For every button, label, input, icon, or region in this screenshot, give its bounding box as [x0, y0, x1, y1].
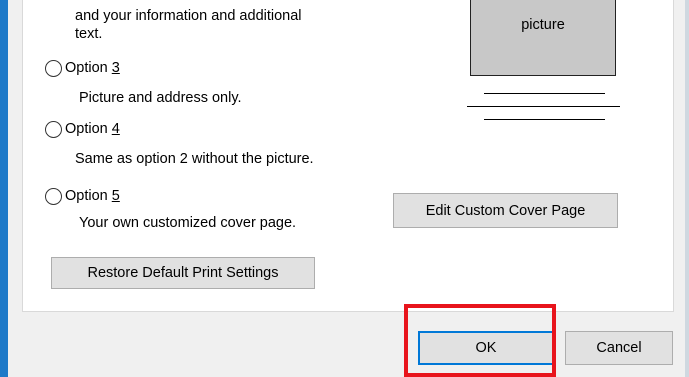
option3-description: Picture and address only.	[79, 90, 242, 106]
ok-button-highlight	[404, 304, 556, 377]
restore-default-print-settings-button[interactable]: Restore Default Print Settings	[51, 257, 315, 289]
option4-number: 4	[111, 121, 120, 137]
option5-description: Your own customized cover page.	[79, 215, 297, 231]
window-border-right	[685, 0, 689, 377]
option2-description-line1: and your information and additional	[75, 8, 302, 24]
option4-description: Same as option 2 without the picture.	[75, 151, 314, 167]
option5-label-text: Option	[65, 188, 112, 204]
cover-page-preview-picture: picture	[470, 0, 616, 76]
option4-label[interactable]: Option 4	[65, 121, 120, 138]
preview-line	[484, 93, 605, 94]
option3-label-text: Option	[65, 60, 112, 76]
cancel-button[interactable]: Cancel	[565, 331, 673, 365]
edit-custom-cover-page-button[interactable]: Edit Custom Cover Page	[393, 193, 618, 228]
window-border	[0, 0, 8, 377]
option4-label-text: Option	[65, 121, 112, 137]
option3-number: 3	[111, 60, 120, 76]
option3-label[interactable]: Option 3	[65, 60, 120, 77]
option2-description-line2: text.	[75, 26, 103, 42]
preview-line	[484, 119, 605, 120]
option5-radio[interactable]	[45, 188, 62, 205]
option3-radio[interactable]	[45, 60, 62, 77]
option5-label[interactable]: Option 5	[65, 188, 120, 205]
option5-number: 5	[111, 188, 120, 204]
cover-page-options-panel: and your information and additional text…	[22, 0, 674, 312]
preview-picture-label: picture	[521, 17, 565, 33]
cover-page-dialog: and your information and additional text…	[8, 0, 685, 377]
preview-line	[467, 106, 620, 107]
option4-radio[interactable]	[45, 121, 62, 138]
